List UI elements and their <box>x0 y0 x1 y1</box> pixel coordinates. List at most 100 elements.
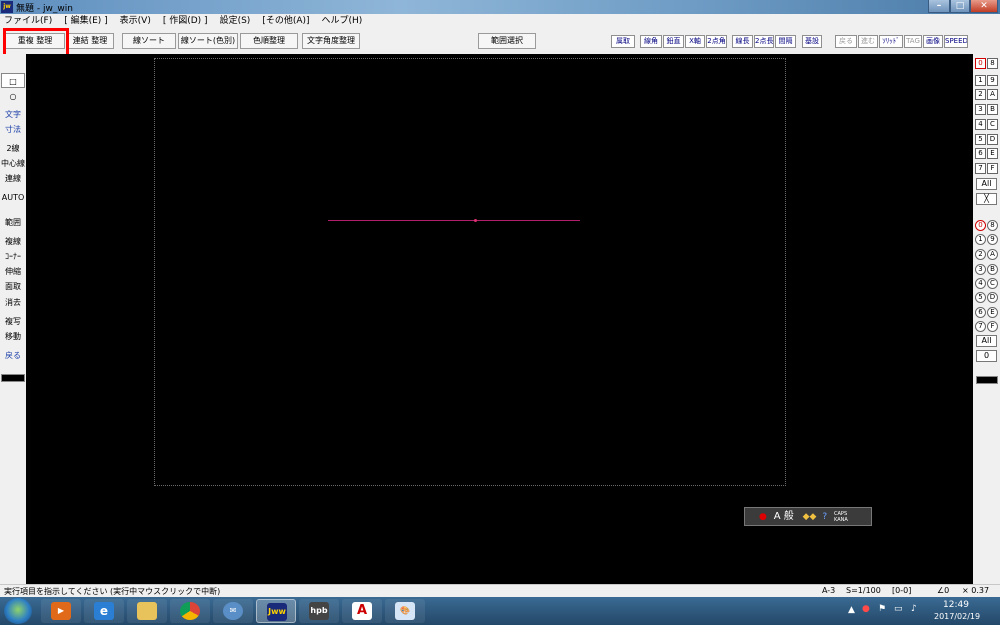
layer-4[interactable]: 4 <box>975 278 986 289</box>
ime-mode-label[interactable]: A 般 <box>774 511 794 522</box>
network-icon[interactable]: ▭ <box>894 604 903 614</box>
layer-group-a[interactable]: A <box>987 89 998 100</box>
layer-5[interactable]: 5 <box>975 292 986 303</box>
layer-f[interactable]: F <box>987 321 998 332</box>
tool-copy[interactable]: 複写 <box>1 314 25 329</box>
menu-file[interactable]: ファイル(F) <box>4 14 52 29</box>
close-layer-icon[interactable]: ╳ <box>976 193 997 205</box>
scale-value[interactable]: S=1/100 <box>846 586 881 595</box>
layer-8[interactable]: 8 <box>987 220 998 231</box>
layer-a[interactable]: A <box>987 249 998 260</box>
line-angle-button[interactable]: 線角 <box>640 35 662 48</box>
tool-stretch[interactable]: 伸縮 <box>1 264 25 279</box>
layer-group-9[interactable]: 9 <box>987 75 998 86</box>
line-sort-color-button[interactable]: 線ソート(色別) <box>178 33 238 49</box>
layer-group-4[interactable]: 4 <box>975 119 986 130</box>
layer-group-6[interactable]: 6 <box>975 148 986 159</box>
taskbar-explorer[interactable] <box>127 599 167 623</box>
solid-button[interactable]: ｿﾘｯﾄﾞ <box>879 35 903 48</box>
layer-group-f[interactable]: F <box>987 163 998 174</box>
layer-c[interactable]: C <box>987 278 998 289</box>
layer-group-8[interactable]: 8 <box>987 58 998 69</box>
drawing-canvas[interactable] <box>26 54 973 584</box>
tool-text[interactable]: 文字 <box>1 107 25 122</box>
flag-icon[interactable]: ⚑ <box>878 604 886 614</box>
close-button[interactable]: ✕ <box>970 0 998 13</box>
taskbar-jw-cad[interactable]: Jww <box>256 599 296 623</box>
join-cleanup-button[interactable]: 連結 整理 <box>66 33 114 49</box>
taskbar-ie[interactable]: e <box>84 599 124 623</box>
layer-group-3[interactable]: 3 <box>975 104 986 115</box>
back-button[interactable]: 戻る <box>835 35 857 48</box>
layer-status[interactable]: [0-0] <box>892 586 911 595</box>
tool-rectangle[interactable]: □ <box>1 73 25 88</box>
layer-d[interactable]: D <box>987 292 998 303</box>
layer-6[interactable]: 6 <box>975 307 986 318</box>
menu-help[interactable]: ヘルプ(H) <box>322 14 363 29</box>
tool-offset-line[interactable]: 複線 <box>1 234 25 249</box>
menu-other[interactable]: [その他(A)] <box>262 14 309 29</box>
layer-0[interactable]: 0 <box>975 220 986 231</box>
attr-pick-button[interactable]: 属取 <box>611 35 635 48</box>
layer-e[interactable]: E <box>987 307 998 318</box>
layer-all-button[interactable]: All <box>976 335 997 347</box>
layer-7[interactable]: 7 <box>975 321 986 332</box>
tool-center-line[interactable]: 中心線 <box>1 156 25 171</box>
line-length-button[interactable]: 線長 <box>732 35 753 48</box>
start-button[interactable] <box>4 598 32 624</box>
interval-button[interactable]: 間隔 <box>775 35 796 48</box>
taskbar-hpb[interactable]: hpb <box>299 599 339 623</box>
menu-view[interactable]: 表示(V) <box>120 14 151 29</box>
taskbar-paint[interactable]: 🎨 <box>385 599 425 623</box>
menu-edit[interactable]: [ 編集(E) ] <box>64 14 107 29</box>
base-set-button[interactable]: 基設 <box>802 35 822 48</box>
tool-auto[interactable]: AUTO <box>1 190 25 205</box>
vertical-button[interactable]: 鉛直 <box>663 35 684 48</box>
speed-button[interactable]: SPEED <box>944 35 968 48</box>
ime-toolbar[interactable]: ● A 般 ◆◆ ? CAPS KANA <box>744 507 872 526</box>
tag-button[interactable]: TAG <box>904 35 922 48</box>
drawn-line[interactable] <box>328 220 580 221</box>
angle-value[interactable]: ∠0 <box>937 586 949 595</box>
layer-group-c[interactable]: C <box>987 119 998 130</box>
taskbar-mail[interactable]: ✉ <box>213 599 253 623</box>
taskbar-chrome[interactable] <box>170 599 210 623</box>
taskbar-acrobat[interactable]: A <box>342 599 382 623</box>
range-select-button[interactable]: 範囲選択 <box>478 33 536 49</box>
layer-2[interactable]: 2 <box>975 249 986 260</box>
menu-draw[interactable]: [ 作図(D) ] <box>163 14 208 29</box>
layer-1[interactable]: 1 <box>975 234 986 245</box>
tool-corner[interactable]: ｺｰﾅｰ <box>1 249 25 264</box>
tool-undo[interactable]: 戻る <box>1 348 25 363</box>
layer-group-2[interactable]: 2 <box>975 89 986 100</box>
ime-tools-icon[interactable]: ◆◆ <box>803 512 817 522</box>
tool-erase[interactable]: 消去 <box>1 295 25 310</box>
layer-group-d[interactable]: D <box>987 134 998 145</box>
tool-double-line[interactable]: 2線 <box>1 141 25 156</box>
layer-group-5[interactable]: 5 <box>975 134 986 145</box>
tool-chamfer[interactable]: 面取 <box>1 279 25 294</box>
layer-line-indicator[interactable] <box>976 376 998 384</box>
layer-group-all-button[interactable]: All <box>976 178 997 190</box>
layer-group-0[interactable]: 0 <box>975 58 986 69</box>
line-sort-button[interactable]: 線ソート <box>122 33 176 49</box>
layer-group-b[interactable]: B <box>987 104 998 115</box>
tool-dimension[interactable]: 寸法 <box>1 122 25 137</box>
layer-group-1[interactable]: 1 <box>975 75 986 86</box>
text-angle-button[interactable]: 文字角度整理 <box>302 33 360 49</box>
two-point-length-button[interactable]: 2点長 <box>754 35 774 48</box>
tray-expand-icon[interactable]: ▲ <box>848 605 855 615</box>
image-button[interactable]: 画像 <box>923 35 943 48</box>
x-axis-button[interactable]: X軸 <box>685 35 705 48</box>
clock-time[interactable]: 12:49 <box>943 600 969 610</box>
layer-zero-button[interactable]: 0 <box>976 350 997 362</box>
layer-9[interactable]: 9 <box>987 234 998 245</box>
layer-group-7[interactable]: 7 <box>975 163 986 174</box>
paper-size[interactable]: A-3 <box>822 586 835 595</box>
taskbar-media-player[interactable]: ▶ <box>41 599 81 623</box>
antivirus-icon[interactable]: ● <box>862 604 870 614</box>
forward-button[interactable]: 進む <box>858 35 878 48</box>
layer-b[interactable]: B <box>987 264 998 275</box>
tool-range[interactable]: 範囲 <box>1 215 25 230</box>
two-point-angle-button[interactable]: 2点角 <box>706 35 727 48</box>
